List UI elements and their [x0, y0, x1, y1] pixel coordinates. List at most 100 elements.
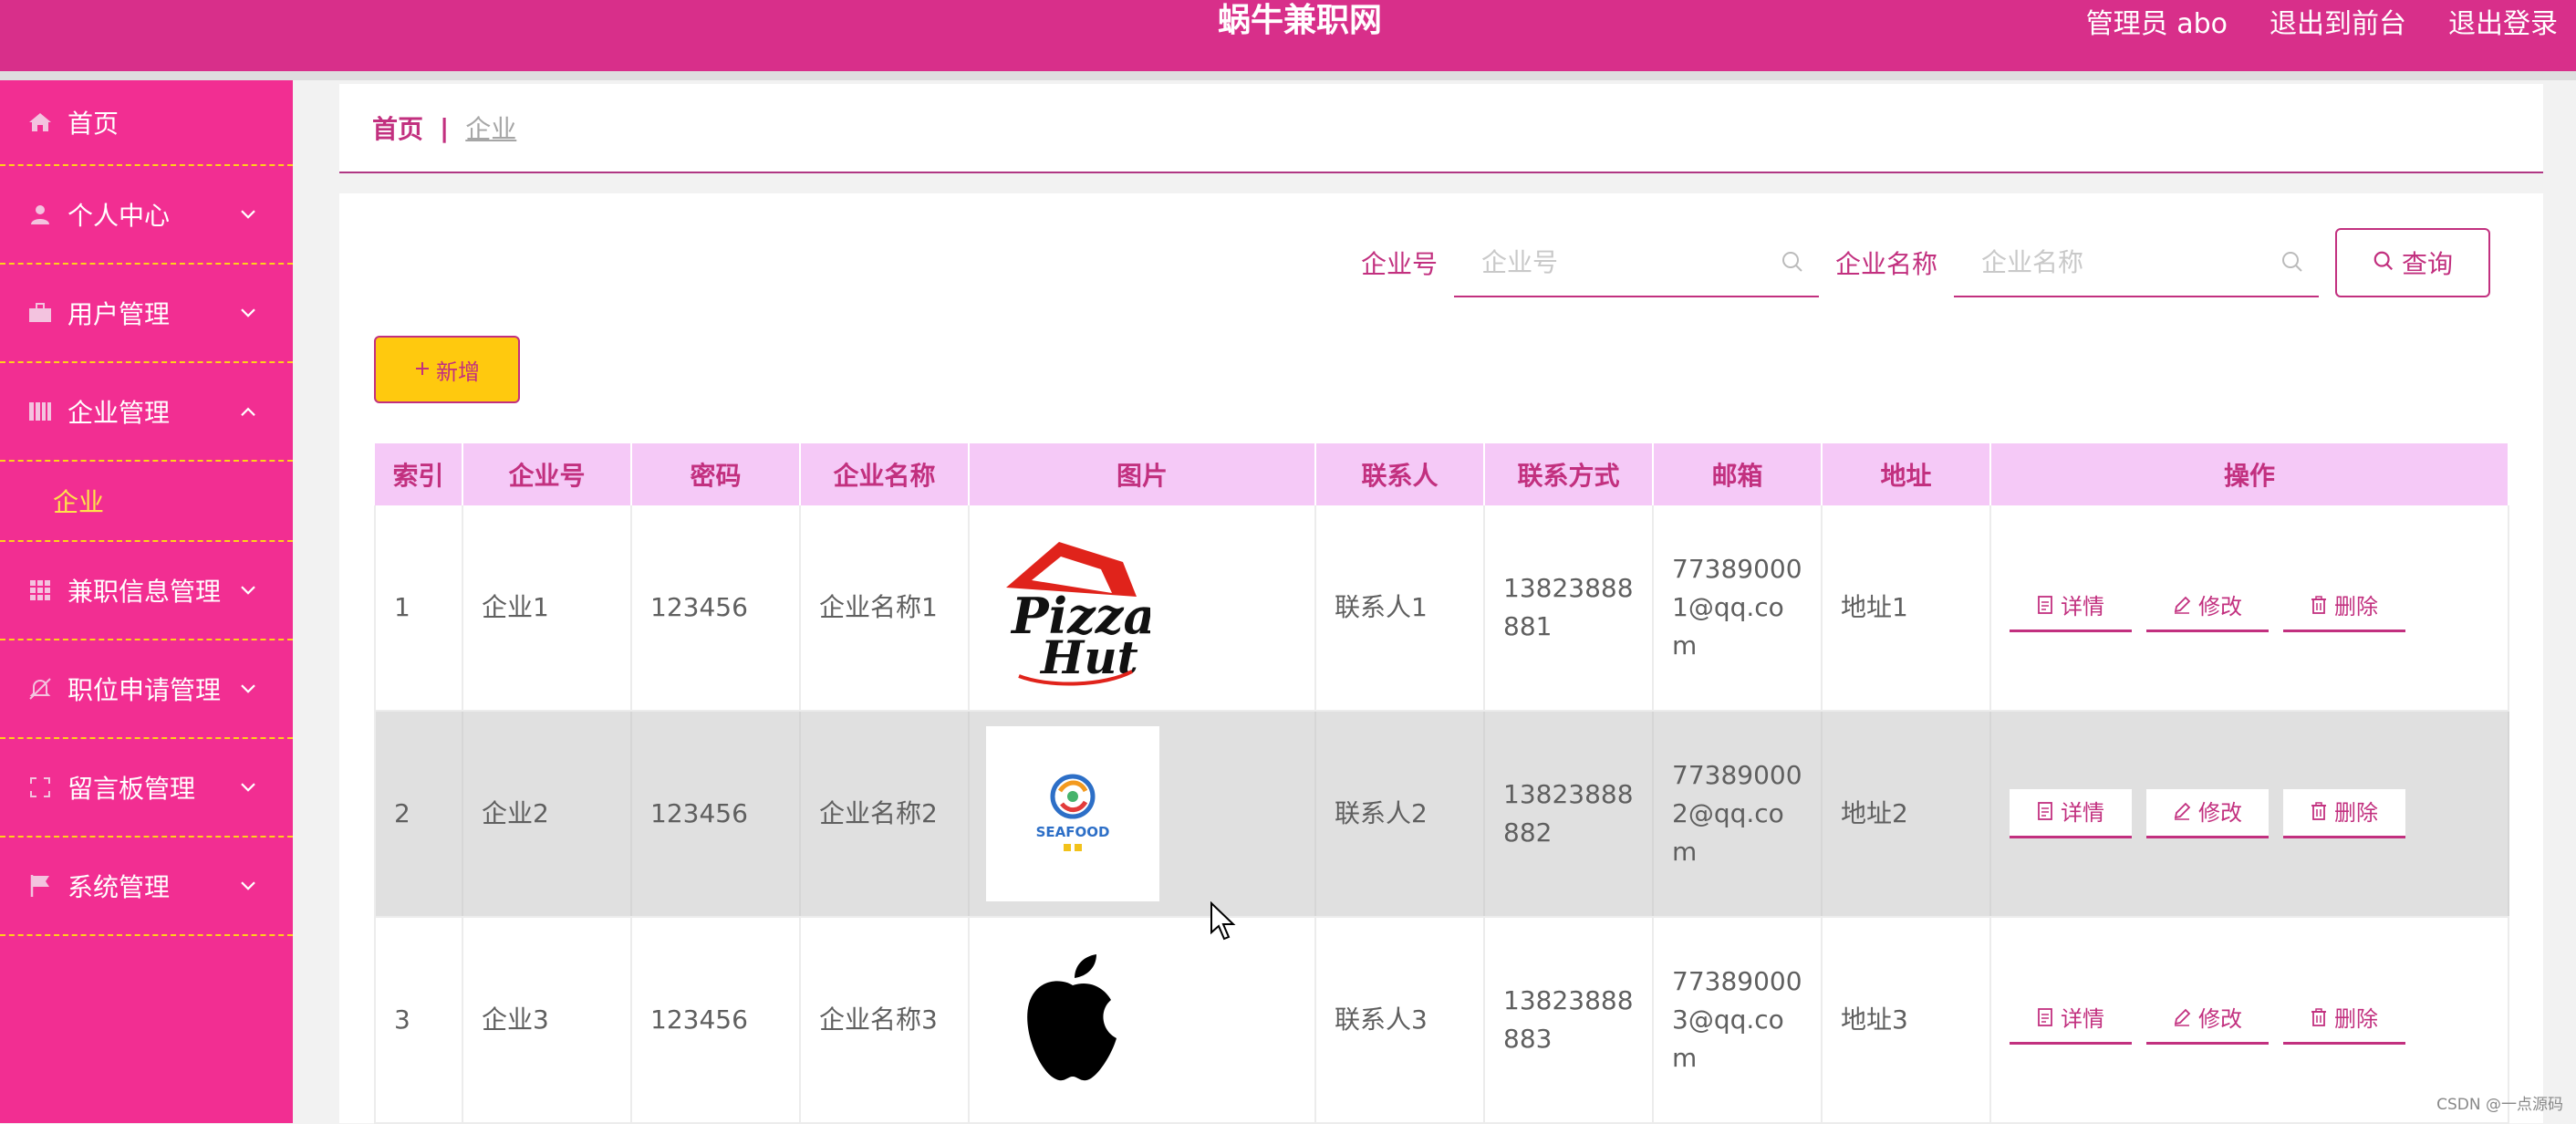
search-name-label: 企业名称	[1835, 249, 1938, 279]
sidebar-item-label: 企业管理	[68, 398, 171, 428]
table-header-row: 索引 企业号 密码 企业名称 图片 联系人 联系方式 邮箱 地址 操作	[375, 443, 2509, 505]
plus-icon	[414, 357, 431, 382]
sidebar-item-label: 系统管理	[68, 872, 171, 902]
breadcrumb: 首页 | 企业	[339, 84, 2543, 173]
home-icon	[27, 109, 53, 135]
table-row: 1 企业1 123456 企业名称1 Pizza Hut 联系人1 138238…	[374, 505, 2509, 712]
chevron-down-icon	[240, 295, 256, 325]
search-code-box	[1454, 230, 1819, 297]
column-header: 操作	[1990, 443, 2509, 505]
column-header: 地址	[1822, 443, 1991, 505]
delete-button[interactable]: 删除	[2283, 995, 2405, 1045]
sidebar: 首页 个人中心 用户管理 企业管理 企业 兼职信息管理 职位申请管理 留言板管理…	[0, 80, 293, 1123]
bell-off-icon	[27, 676, 53, 702]
flag-icon	[27, 873, 53, 899]
detail-button[interactable]: 详情	[2010, 583, 2132, 632]
cell-index: 1	[374, 505, 463, 712]
breadcrumb-home[interactable]: 首页	[372, 109, 423, 146]
column-header: 企业号	[462, 443, 632, 505]
search-name-input[interactable]	[1954, 230, 2319, 294]
detail-button-label: 详情	[2061, 1005, 2104, 1032]
cell-address: 地址2	[1822, 711, 1991, 918]
sidebar-item-application-management[interactable]: 职位申请管理	[0, 640, 293, 739]
chevron-down-icon	[240, 868, 256, 898]
cell-image: SEAFOOD	[969, 711, 1316, 918]
delete-button-label: 删除	[2334, 1005, 2378, 1032]
cell-name: 企业名称1	[800, 505, 970, 712]
chevron-down-icon	[240, 572, 256, 602]
sidebar-item-label: 个人中心	[68, 201, 171, 231]
cell-code: 企业1	[462, 505, 632, 712]
table-row: 2 企业2 123456 企业名称2 SEAFOOD 联系人2 13823888…	[374, 711, 2509, 918]
detail-button-label: 详情	[2061, 593, 2104, 619]
breadcrumb-current[interactable]: 企业	[465, 109, 516, 146]
column-header: 企业名称	[800, 443, 970, 505]
search-icon	[1781, 250, 1804, 277]
column-header: 密码	[631, 443, 801, 505]
cell-email: 773890001@qq.com	[1653, 505, 1823, 712]
edit-button[interactable]: 修改	[2146, 789, 2269, 838]
detail-button[interactable]: 详情	[2010, 789, 2132, 838]
cell-image: Pizza Hut	[969, 505, 1316, 712]
sidebar-item-personal-center[interactable]: 个人中心	[0, 166, 293, 265]
sidebar-item-home[interactable]: 首页	[0, 80, 293, 166]
edit-button-label: 修改	[2198, 593, 2242, 619]
query-button[interactable]: 查询	[2335, 228, 2490, 297]
document-icon	[2037, 794, 2053, 832]
back-to-front-link[interactable]: 退出到前台	[2270, 1, 2406, 41]
sidebar-item-label: 留言板管理	[68, 774, 196, 804]
sidebar-item-message-board-management[interactable]: 留言板管理	[0, 739, 293, 838]
cell-password: 123456	[631, 917, 801, 1124]
detail-button[interactable]: 详情	[2010, 995, 2132, 1045]
add-button[interactable]: 新增	[374, 336, 520, 403]
table-row: 3 企业3 123456 企业名称3 联系人3 13823888883 7738…	[374, 917, 2509, 1124]
cell-name: 企业名称2	[800, 711, 970, 918]
cell-index: 3	[374, 917, 463, 1124]
column-header: 联系方式	[1484, 443, 1654, 505]
cell-name: 企业名称3	[800, 917, 970, 1124]
admin-user-label: 管理员 abo	[2085, 8, 2228, 40]
seafood-logo-text: SEAFOOD	[1036, 824, 1110, 840]
document-icon	[2037, 588, 2053, 626]
search-icon	[2373, 248, 2394, 278]
edit-button[interactable]: 修改	[2146, 583, 2269, 632]
header-actions: 管理员 abo 退出到前台 退出登录	[2086, 0, 2558, 42]
cell-actions: 详情 修改 删除	[1990, 917, 2509, 1124]
cell-code: 企业3	[462, 917, 632, 1124]
edit-icon	[2173, 794, 2191, 832]
delete-button-label: 删除	[2334, 593, 2378, 619]
search-icon	[2280, 250, 2304, 277]
cell-image	[969, 917, 1316, 1124]
delete-button[interactable]: 删除	[2283, 789, 2405, 838]
query-button-label: 查询	[2401, 249, 2453, 279]
edit-icon	[2173, 1000, 2191, 1038]
sidebar-item-user-management[interactable]: 用户管理	[0, 265, 293, 363]
search-code-input[interactable]	[1454, 230, 1819, 294]
delete-button[interactable]: 删除	[2283, 583, 2405, 632]
column-header: 联系人	[1315, 443, 1485, 505]
logout-link[interactable]: 退出登录	[2448, 1, 2558, 41]
edit-button[interactable]: 修改	[2146, 995, 2269, 1045]
delete-button-label: 删除	[2334, 799, 2378, 826]
content-card: 企业号 企业名称 查询 新增 索引 企业号	[339, 193, 2543, 1124]
mouse-cursor-icon	[1210, 900, 1237, 945]
sidebar-item-label: 用户管理	[68, 299, 171, 329]
sidebar-item-parttime-info-management[interactable]: 兼职信息管理	[0, 542, 293, 640]
edit-button-label: 修改	[2198, 799, 2242, 826]
sidebar-item-enterprise-management[interactable]: 企业管理	[0, 363, 293, 462]
library-icon	[27, 399, 53, 424]
cell-email: 773890003@qq.com	[1653, 917, 1823, 1124]
cell-email: 773890002@qq.com	[1653, 711, 1823, 918]
cell-contact: 联系人2	[1315, 711, 1485, 918]
user-icon	[27, 202, 53, 227]
sidebar-subitem-enterprise[interactable]: 企业	[0, 462, 293, 542]
cell-contact: 联系人1	[1315, 505, 1485, 712]
cell-contact: 联系人3	[1315, 917, 1485, 1124]
sidebar-item-system-management[interactable]: 系统管理	[0, 838, 293, 936]
sidebar-item-label: 职位申请管理	[68, 675, 222, 705]
header-divider	[0, 71, 2576, 80]
briefcase-icon	[27, 300, 53, 326]
edit-icon	[2173, 588, 2191, 626]
cell-address: 地址1	[1822, 505, 1991, 712]
cell-index: 2	[374, 711, 463, 918]
